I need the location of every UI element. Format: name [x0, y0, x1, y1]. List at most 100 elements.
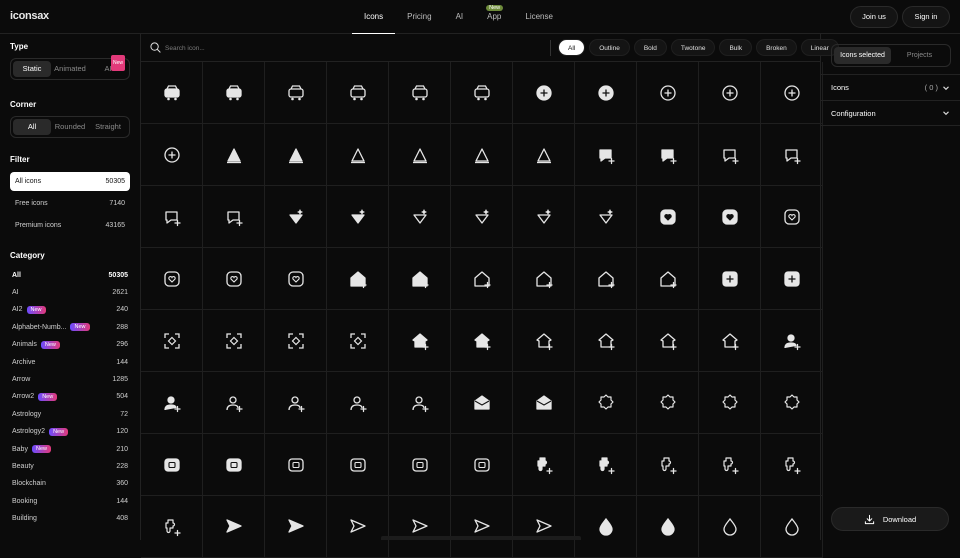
icon-cell[interactable] — [699, 496, 761, 558]
icons-accordion[interactable]: Icons ( 0 ) — [821, 74, 960, 100]
icon-cell[interactable] — [327, 186, 389, 248]
icon-cell[interactable] — [389, 310, 451, 372]
icon-cell[interactable] — [141, 434, 203, 496]
icon-cell[interactable] — [513, 496, 575, 558]
icon-cell[interactable] — [203, 248, 265, 310]
tab-projects[interactable]: Projects — [891, 47, 948, 64]
icon-cell[interactable] — [203, 62, 265, 124]
icon-cell[interactable] — [513, 434, 575, 496]
icon-cell[interactable] — [637, 124, 699, 186]
icon-cell[interactable] — [761, 372, 823, 434]
icon-cell[interactable] — [761, 434, 823, 496]
join-us-button[interactable]: Join us — [850, 6, 898, 28]
icon-cell[interactable] — [389, 248, 451, 310]
tab-icons-selected[interactable]: Icons selected — [834, 47, 891, 64]
icon-cell[interactable] — [203, 372, 265, 434]
icon-cell[interactable] — [699, 372, 761, 434]
icon-cell[interactable] — [575, 124, 637, 186]
icon-cell[interactable] — [141, 124, 203, 186]
icon-cell[interactable] — [203, 434, 265, 496]
icon-cell[interactable] — [513, 186, 575, 248]
filter-all-icons[interactable]: All icons 50305 — [10, 172, 130, 191]
corner-straight[interactable]: Straight — [89, 119, 127, 135]
style-tab-all[interactable]: All — [558, 39, 586, 56]
icon-cell[interactable] — [451, 248, 513, 310]
icon-cell[interactable] — [389, 124, 451, 186]
icon-cell[interactable] — [451, 186, 513, 248]
icon-cell[interactable] — [451, 496, 513, 558]
category-item[interactable]: Beauty 228 — [12, 459, 128, 473]
style-tab-twotone[interactable]: Twotone — [670, 39, 716, 56]
nav-ai[interactable]: AI — [444, 0, 476, 34]
style-tab-bold[interactable]: Bold — [633, 39, 667, 56]
icon-cell[interactable] — [389, 186, 451, 248]
category-item[interactable]: Arrow 1285 — [12, 372, 128, 386]
icon-cell[interactable] — [761, 310, 823, 372]
icon-cell[interactable] — [699, 310, 761, 372]
corner-all[interactable]: All — [13, 119, 51, 135]
icon-cell[interactable] — [265, 434, 327, 496]
icon-cell[interactable] — [637, 496, 699, 558]
icon-cell[interactable] — [265, 186, 327, 248]
icon-cell[interactable] — [513, 248, 575, 310]
icon-cell[interactable] — [141, 248, 203, 310]
category-item[interactable]: Animals New 296 — [12, 338, 128, 352]
type-ai[interactable]: AI New — [89, 55, 127, 77]
horizontal-scrollbar[interactable] — [381, 536, 581, 540]
icon-cell[interactable] — [513, 310, 575, 372]
icon-cell[interactable] — [513, 124, 575, 186]
icon-cell[interactable] — [699, 434, 761, 496]
icon-cell[interactable] — [327, 496, 389, 558]
category-item[interactable]: Archive 144 — [12, 355, 128, 369]
category-item[interactable]: Baby New 210 — [12, 442, 128, 456]
search-input[interactable] — [165, 42, 365, 55]
filter-free-icons[interactable]: Free icons 7140 — [10, 194, 130, 213]
download-button[interactable]: Download — [831, 507, 949, 531]
icon-cell[interactable] — [203, 186, 265, 248]
icon-cell[interactable] — [451, 372, 513, 434]
sign-in-button[interactable]: Sign in — [902, 6, 950, 28]
icon-cell[interactable] — [141, 310, 203, 372]
icon-cell[interactable] — [265, 372, 327, 434]
category-item[interactable]: Blockchain 360 — [12, 477, 128, 491]
category-item[interactable]: Arrow2 New 504 — [12, 390, 128, 404]
icon-cell[interactable] — [575, 186, 637, 248]
style-tab-outline[interactable]: Outline — [589, 39, 630, 56]
icon-cell[interactable] — [327, 372, 389, 434]
category-item[interactable]: Astrology 72 — [12, 407, 128, 421]
icon-cell[interactable] — [141, 186, 203, 248]
nav-license[interactable]: License — [513, 0, 565, 34]
nav-icons[interactable]: Icons — [352, 0, 396, 34]
corner-rounded[interactable]: Rounded — [51, 119, 89, 135]
icon-cell[interactable] — [141, 372, 203, 434]
style-tab-broken[interactable]: Broken — [756, 39, 797, 56]
icon-cell[interactable] — [265, 124, 327, 186]
icon-cell[interactable] — [699, 62, 761, 124]
icon-cell[interactable] — [203, 496, 265, 558]
category-item[interactable]: AI 2621 — [12, 285, 128, 299]
icon-cell[interactable] — [389, 62, 451, 124]
icon-cell[interactable] — [575, 434, 637, 496]
icon-cell[interactable] — [637, 434, 699, 496]
category-item[interactable]: Alphabet-Numb... New 288 — [12, 320, 128, 334]
icon-cell[interactable] — [389, 434, 451, 496]
icon-cell[interactable] — [265, 310, 327, 372]
category-item[interactable]: All 50305 — [12, 268, 128, 282]
icon-cell[interactable] — [451, 434, 513, 496]
icon-cell[interactable] — [513, 372, 575, 434]
icon-cell[interactable] — [327, 310, 389, 372]
icon-cell[interactable] — [327, 434, 389, 496]
icon-cell[interactable] — [761, 124, 823, 186]
nav-app[interactable]: New App — [475, 0, 513, 34]
nav-pricing[interactable]: Pricing — [395, 0, 443, 34]
style-tab-bulk[interactable]: Bulk — [719, 39, 753, 56]
category-item[interactable]: Building 408 — [12, 512, 128, 526]
category-item[interactable]: Booking 144 — [12, 494, 128, 508]
icon-cell[interactable] — [389, 496, 451, 558]
icon-cell[interactable] — [203, 124, 265, 186]
icon-cell[interactable] — [699, 248, 761, 310]
icon-cell[interactable] — [761, 248, 823, 310]
icon-cell[interactable] — [327, 248, 389, 310]
icon-cell[interactable] — [699, 124, 761, 186]
type-animated[interactable]: Animated — [51, 61, 89, 77]
